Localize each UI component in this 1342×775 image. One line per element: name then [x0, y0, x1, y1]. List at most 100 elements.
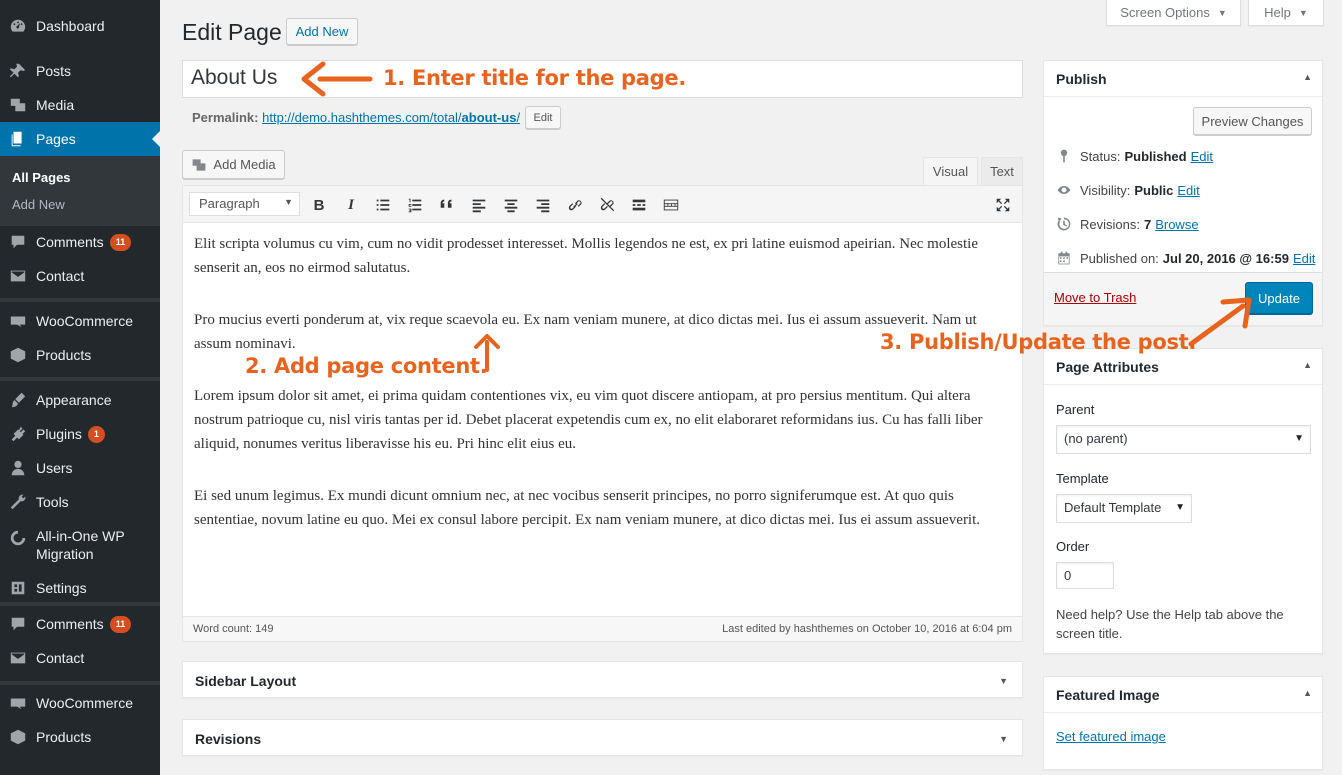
featured-image-title: Featured Image — [1056, 687, 1160, 703]
numbered-list-icon[interactable] — [404, 194, 426, 216]
comments-icon — [0, 615, 36, 633]
caret-down-icon[interactable]: ▼ — [999, 676, 1008, 686]
bold-icon[interactable]: B — [308, 194, 330, 216]
revisions-box[interactable]: Revisions ▼ — [182, 719, 1023, 756]
status-label: Status: — [1080, 148, 1121, 164]
caret-up-icon[interactable]: ▲ — [1303, 688, 1312, 698]
bulleted-list-icon[interactable] — [372, 194, 394, 216]
tab-visual[interactable]: Visual — [923, 157, 978, 185]
sidebar-separator — [0, 377, 160, 381]
preview-changes-button[interactable]: Preview Changes — [1193, 107, 1312, 135]
permalink-row: Permalink: http://demo.hashthemes.com/to… — [192, 110, 520, 125]
format-select[interactable]: Paragraph ▼ — [189, 192, 300, 216]
mail-icon — [0, 267, 36, 285]
visibility-edit-link[interactable]: Edit — [1177, 183, 1199, 198]
menu-label: Comments — [36, 234, 104, 250]
menu-products-2[interactable]: Products — [0, 726, 160, 748]
caret-up-icon[interactable]: ▲ — [1303, 360, 1312, 370]
caret-down-icon: ▼ — [284, 197, 293, 207]
menu-tools[interactable]: Tools — [0, 491, 160, 513]
woo-icon — [0, 312, 36, 330]
visibility-label: Visibility: — [1080, 182, 1131, 198]
menu-comments-2[interactable]: Comments 11 — [0, 613, 160, 635]
menu-users[interactable]: Users — [0, 457, 160, 479]
order-input[interactable]: 0 — [1056, 562, 1114, 589]
help-tab[interactable]: Help ▼ — [1248, 0, 1324, 26]
published-edit-link[interactable]: Edit — [1293, 251, 1315, 266]
toolbar-toggle-icon[interactable] — [660, 194, 682, 216]
permalink-label: Permalink: — [192, 110, 259, 125]
read-more-icon[interactable] — [628, 194, 650, 216]
featured-image-box: Featured Image ▲ Set featured image — [1043, 676, 1323, 770]
align-left-icon[interactable] — [468, 194, 490, 216]
submenu-add-new[interactable]: Add New — [12, 197, 65, 212]
products-icon — [0, 728, 36, 746]
italic-icon[interactable]: I — [340, 194, 362, 216]
menu-woocommerce[interactable]: WooCommerce — [0, 310, 160, 332]
parent-label: Parent — [1056, 402, 1095, 417]
align-right-icon[interactable] — [532, 194, 554, 216]
page-attributes-help: Need help? Use the Help tab above the sc… — [1056, 607, 1284, 641]
fullscreen-icon[interactable] — [992, 194, 1014, 216]
sidebar-layout-box[interactable]: Sidebar Layout ▼ — [182, 661, 1023, 698]
caret-up-icon[interactable]: ▲ — [1303, 72, 1312, 82]
menu-label: Products — [36, 729, 92, 745]
menu-plugins[interactable]: Plugins 1 — [0, 423, 160, 445]
content-editor: Paragraph ▼ B I Elit scripta volumus cu … — [182, 185, 1023, 642]
menu-posts[interactable]: Posts — [0, 60, 160, 82]
menu-label: Products — [36, 347, 92, 363]
visibility-value: Public — [1134, 182, 1174, 198]
products-icon — [0, 346, 36, 364]
add-new-button[interactable]: Add New — [286, 18, 358, 45]
caret-down-icon[interactable]: ▼ — [999, 734, 1008, 744]
menu-dashboard[interactable]: Dashboard — [0, 15, 160, 37]
calendar-icon — [1058, 251, 1070, 265]
permalink-link[interactable]: http://demo.hashthemes.com/total/about-u… — [262, 110, 520, 125]
menu-pages[interactable]: Pages — [0, 122, 160, 156]
page-attributes-title: Page Attributes — [1056, 359, 1159, 375]
comments-count-badge: 11 — [109, 233, 132, 251]
menu-label: Contact — [36, 650, 85, 666]
move-to-trash-link[interactable]: Move to Trash — [1054, 290, 1136, 305]
menu-all-in-one-wp-migration[interactable]: All-in-One WP Migration — [0, 527, 160, 563]
editor-content[interactable]: Elit scripta volumus cu vim, cum no vidi… — [194, 232, 1014, 560]
menu-products[interactable]: Products — [0, 344, 160, 366]
add-media-button[interactable]: Add Media — [182, 150, 285, 179]
add-media-label: Add Media — [213, 157, 276, 172]
content-paragraph: Lorem ipsum dolor sit amet, ei prima qui… — [194, 388, 983, 452]
template-value: Default Template — [1064, 500, 1162, 515]
insert-link-icon[interactable] — [564, 194, 586, 216]
blockquote-icon[interactable] — [436, 194, 458, 216]
menu-settings[interactable]: Settings — [0, 577, 160, 599]
page-attributes-box: Page Attributes ▲ Parent (no parent) ▼ T… — [1043, 348, 1323, 654]
menu-contact[interactable]: Contact — [0, 265, 160, 287]
menu-label: Contact — [36, 268, 85, 284]
screen-options-tab[interactable]: Screen Options ▼ — [1106, 0, 1241, 26]
tab-text[interactable]: Text — [981, 157, 1023, 185]
brush-icon — [0, 391, 36, 409]
status-edit-link[interactable]: Edit — [1191, 149, 1213, 164]
menu-contact-2[interactable]: Contact — [0, 647, 160, 669]
eye-icon — [1057, 186, 1071, 194]
parent-select[interactable]: (no parent) ▼ — [1056, 425, 1311, 454]
revisions-label: Revisions: — [1080, 216, 1140, 232]
menu-appearance[interactable]: Appearance — [0, 389, 160, 411]
template-select[interactable]: Default Template ▼ — [1056, 494, 1192, 523]
submenu-all-pages[interactable]: All Pages — [12, 170, 71, 185]
pages-submenu: All Pages Add New — [0, 156, 160, 226]
permalink-edit-button[interactable]: Edit — [525, 106, 561, 129]
align-center-icon[interactable] — [500, 194, 522, 216]
browse-link[interactable]: Browse — [1155, 217, 1198, 232]
plugin-icon — [0, 425, 36, 443]
caret-down-icon: ▼ — [1294, 433, 1304, 444]
menu-woocommerce-2[interactable]: WooCommerce — [0, 692, 160, 714]
menu-comments[interactable]: Comments 11 — [0, 231, 160, 253]
sidebar-separator — [0, 298, 160, 302]
status-row: Status: Published Edit — [1056, 148, 1213, 164]
menu-media[interactable]: Media — [0, 94, 160, 116]
unlink-icon[interactable] — [596, 194, 618, 216]
page-attributes-header: Page Attributes ▲ — [1044, 349, 1322, 385]
set-featured-image-link[interactable]: Set featured image — [1056, 729, 1166, 744]
menu-label: WooCommerce — [36, 313, 133, 329]
permalink-base: http://demo.hashthemes.com/total/ — [262, 110, 462, 125]
